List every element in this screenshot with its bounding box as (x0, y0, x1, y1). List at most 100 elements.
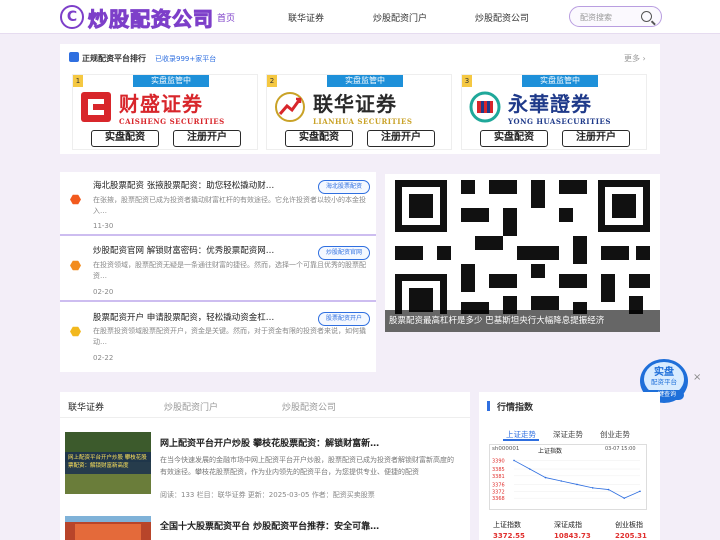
index-value: 2205.31 (615, 532, 647, 540)
top-nav: C 炒股配资公司 首页 联华证券 炒股配资门户 炒股配资公司 配资搜索 (0, 0, 720, 34)
caisheng-logo-icon (81, 92, 111, 122)
more-link[interactable]: 更多 › (624, 53, 646, 64)
news-title[interactable]: 炒股配资官网 解锁财富密码：优秀股票配资网… (93, 244, 274, 256)
index-value: 3372.55 (493, 532, 525, 540)
y-tick-label: 3368 (492, 496, 505, 502)
rank-number: 3 (462, 75, 472, 87)
y-tick-label: 3390 (492, 458, 505, 464)
tab-cy[interactable]: 创业走势 (600, 429, 630, 440)
tab-portal[interactable]: 炒股配资门户 (164, 400, 218, 413)
search-input[interactable]: 配资搜索 (569, 6, 662, 27)
qr-code-icon (385, 174, 660, 332)
tab-underline (503, 439, 539, 441)
list-item[interactable]: 海北股票配资 张掖股票配资：助您轻松撬动财… 在张掖，股票配资已成为投资者撬动财… (60, 172, 376, 236)
index-name: 创业板指 (615, 521, 643, 529)
broker-logo: 永華證券 YONG HUASECURITIES (468, 89, 611, 126)
news-title[interactable]: 股票配资开户 申请股票配资，轻松撬动资金杠… (93, 311, 274, 323)
status-badge: 实盘监管中 (133, 75, 209, 87)
tab-lianhua[interactable]: 联华证券 (68, 400, 104, 413)
close-icon[interactable]: × (693, 372, 701, 383)
news-title[interactable]: 海北股票配资 张掖股票配资：助您轻松撬动财… (93, 179, 274, 191)
list-item[interactable]: 股票配资开户 申请股票配资，轻松撬动资金杠… 在股票投资领域股票配资开户，资金是… (60, 304, 376, 368)
broker-name-en: CAISHENG SECURITIES (119, 117, 225, 126)
banner-caption[interactable]: 股票配资最高杠杆是多少 巴基斯坦央行大幅降息提振经济 (385, 310, 660, 332)
real-trade-button[interactable]: 实盘配资 (91, 130, 159, 147)
logo-c-icon: C (60, 5, 84, 29)
broker-name-en: YONG HUASECURITIES (508, 117, 611, 126)
y-tick-label: 3376 (492, 482, 505, 488)
article-desc: 在当今快速发展的金融市场中网上配资平台开户炒股，股票配资已成为投资者解锁财富新高… (160, 456, 454, 476)
article-title[interactable]: 全国十大股票配资平台 炒股配资平台推荐：安全可靠… (160, 519, 379, 532)
news-desc: 在张掖，股票配资已成为投资者撬动财富杠杆的有效途径。它允许投资者以较小的本金投入… (93, 196, 366, 215)
real-trade-button[interactable]: 实盘配资 (480, 130, 548, 147)
broker-card[interactable]: 1 实盘监管中 财盛证券 CAISHENG SECURITIES 实盘配资 注册… (72, 74, 258, 150)
site-logo[interactable]: C 炒股配资公司 (60, 4, 214, 31)
news-tag[interactable]: 炒股配资官网 (318, 246, 370, 260)
article-tabs: 联华证券 炒股配资门户 炒股配资公司 (60, 392, 470, 418)
tab-company[interactable]: 炒股配资公司 (282, 400, 336, 413)
broker-name-cn: 财盛证券 (119, 92, 203, 116)
article-thumbnail[interactable] (65, 516, 151, 540)
article-meta: 阅读：133 栏目：联华证券 更新：2025-03-05 作者：配资买卖股票 (160, 491, 375, 499)
index-name: 上证指数 (493, 521, 521, 529)
news-tag[interactable]: 股票配资开户 (318, 312, 370, 326)
broker-card[interactable]: 3 实盘监管中 永華證券 YONG HUASECURITIES 实盘配资 注册开… (461, 74, 647, 150)
search-icon[interactable] (641, 11, 652, 22)
data-point (528, 468, 531, 470)
index-value: 10843.73 (554, 532, 591, 540)
series-line (513, 460, 641, 499)
article-list: 网上配资平台开户炒股 攀枝花股票配资：解锁财富新高度 网上配资平台开户炒股 攀枝… (60, 418, 470, 540)
yonghua-logo-icon (469, 91, 501, 123)
article-thumbnail[interactable]: 网上配资平台开户炒股 攀枝花股票配资：解锁财富新高度 (65, 432, 151, 494)
broker-card[interactable]: 2 实盘监管中 联华证券 LIANHUA SECURITIES 实盘配资 注册开… (266, 74, 452, 150)
nav-item-home[interactable]: 首页 (217, 11, 235, 24)
search-placeholder: 配资搜索 (580, 13, 612, 22)
market-title: 行情指数 (497, 403, 534, 413)
nav-item-lianhua[interactable]: 联华证券 (288, 11, 324, 24)
data-point (639, 490, 641, 493)
data-point (544, 476, 547, 479)
rank-icon (69, 52, 79, 62)
hexagon-icon (70, 260, 81, 271)
rank-number: 1 (73, 75, 83, 87)
register-button[interactable]: 注册开户 (173, 130, 241, 147)
more-label: 更多 (624, 54, 640, 63)
news-tag[interactable]: 海北股票配资 (318, 180, 370, 194)
building-image-icon (65, 516, 151, 540)
rank-title: 正规配资平台排行 (82, 54, 146, 63)
y-tick-label: 3385 (492, 467, 505, 473)
news-desc: 在投资领域，股票配资无疑是一条通往财富的捷径。然而，选择一个可靠且优秀的股票配资… (93, 261, 366, 280)
article-title[interactable]: 网上配资平台开户炒股 攀枝花股票配资：解锁财富新… (160, 436, 379, 449)
data-point (560, 480, 563, 482)
news-list: 海北股票配资 张掖股票配资：助您轻松撬动财… 在张掖，股票配资已成为投资者撬动财… (60, 172, 376, 372)
rank-number: 2 (267, 75, 277, 87)
broker-name-cn: 联华证券 (313, 92, 397, 116)
register-button[interactable]: 注册开户 (562, 130, 630, 147)
nav-item-portal[interactable]: 炒股配资门户 (373, 11, 427, 24)
tab-sz[interactable]: 深证走势 (553, 429, 583, 440)
news-date: 11-30 (93, 222, 114, 230)
register-button[interactable]: 注册开户 (367, 130, 435, 147)
real-trade-button[interactable]: 实盘配资 (285, 130, 353, 147)
thumbnail-caption: 网上配资平台开户炒股 攀枝花股票配资：解锁财富新高度 (68, 455, 147, 469)
status-badge: 实盘监管中 (327, 75, 403, 87)
qr-banner[interactable]: 股票配资最高杠杆是多少 巴基斯坦央行大幅降息提振经济 (385, 174, 660, 332)
data-point (607, 488, 610, 491)
chevron-right-icon: › (642, 54, 646, 63)
data-point (576, 483, 578, 486)
data-point (513, 459, 515, 462)
broker-name-en: LIANHUA SECURITIES (313, 117, 413, 126)
news-desc: 在股票投资领域股票配资开户，资金是关键。然而，对于资金有限的投资者来说，如何撬动… (93, 327, 366, 346)
data-point (623, 497, 626, 499)
nav-item-company[interactable]: 炒股配资公司 (475, 11, 529, 24)
hexagon-icon (70, 326, 81, 337)
market-panel: 行情指数 上证走势 深证走势 创业走势 sh000001 上证指数 03-07 … (479, 392, 660, 540)
list-item[interactable]: 炒股配资官网 解锁财富密码：优秀股票配资网… 在投资领域，股票配资无疑是一条通往… (60, 238, 376, 302)
news-date: 02-22 (93, 354, 114, 362)
index-name: 深证成指 (554, 521, 582, 529)
hexagon-icon (70, 194, 81, 205)
broker-logo: 财盛证券 CAISHENG SECURITIES (79, 89, 225, 126)
status-badge: 实盘监管中 (522, 75, 598, 87)
title-bar (487, 401, 490, 411)
logo-text: 炒股配资公司 (88, 6, 214, 31)
